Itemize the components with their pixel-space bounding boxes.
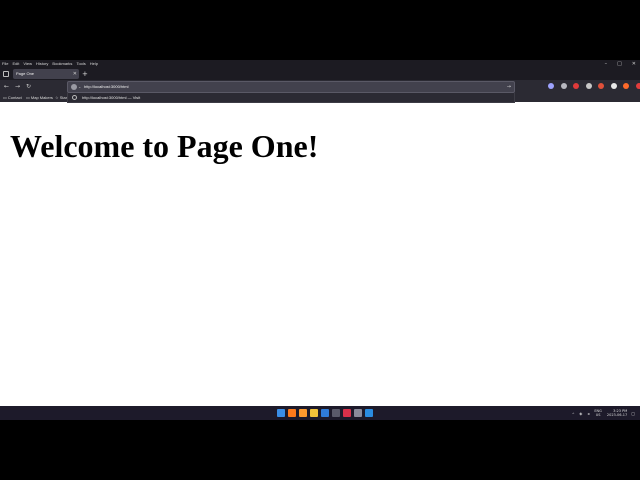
extension-toolbar: [548, 83, 640, 89]
tab-list-icon[interactable]: [3, 71, 9, 77]
navigation-bar: ← → ↻ ⌄ http://localhost:3000/html →: [0, 80, 640, 94]
firefox-icon[interactable]: [288, 409, 296, 417]
extension-7-icon[interactable]: [623, 83, 629, 89]
menu-bar: File Edit View History Bookmarks Tools H…: [0, 60, 640, 68]
lang-region: US: [595, 413, 601, 417]
bookmark-label: Map Makers: [30, 95, 53, 100]
site-info-icon[interactable]: [71, 84, 77, 90]
extension-8-icon[interactable]: [635, 83, 640, 89]
go-button[interactable]: →: [507, 82, 511, 92]
mail-icon[interactable]: [321, 409, 329, 417]
chevron-down-icon[interactable]: ⌄: [78, 82, 81, 92]
reload-button[interactable]: ↻: [26, 80, 31, 94]
extension-1-icon[interactable]: [548, 83, 554, 89]
minimize-button[interactable]: –: [605, 61, 608, 67]
settings-icon[interactable]: [354, 409, 362, 417]
tab-title: Page One: [16, 71, 35, 76]
vscode-icon[interactable]: [365, 409, 373, 417]
new-tab-button[interactable]: +: [82, 68, 88, 80]
clock[interactable]: 3:23 PM 2023-06-17: [607, 409, 627, 417]
url-suggestion-item[interactable]: http://localhost:3000/html — Visit: [82, 93, 140, 103]
menu-tools[interactable]: Tools: [76, 60, 85, 68]
app-red-icon[interactable]: [343, 409, 351, 417]
menu-view[interactable]: View: [23, 60, 32, 68]
bookmark-label: Contact: [7, 95, 22, 100]
maximize-button[interactable]: □: [617, 61, 622, 67]
taskbar-apps: [277, 409, 376, 417]
firefox-alt-icon[interactable]: [299, 409, 307, 417]
windows-start-icon[interactable]: [277, 409, 285, 417]
language-indicator[interactable]: ENG US: [594, 409, 602, 417]
menu-edit[interactable]: Edit: [12, 60, 19, 68]
network-icon[interactable]: ◈: [579, 411, 582, 416]
tab-close-icon[interactable]: ✕: [73, 69, 77, 79]
bookmark-stan[interactable]: ☆ Stan: [55, 94, 68, 102]
system-tray: ^ ◈ ◂ ENG US 3:23 PM 2023-06-17 ▢: [572, 406, 640, 420]
bookmark-map-makers[interactable]: ▭ Map Makers: [26, 94, 53, 102]
extension-5-icon[interactable]: [598, 83, 604, 89]
tab-strip: Page One ✕ +: [0, 68, 640, 80]
globe-icon: [72, 95, 77, 100]
letterbox-top: [0, 0, 640, 60]
page-heading: Welcome to Page One!: [10, 128, 319, 164]
url-suggestion-popup: http://localhost:3000/html — Visit: [67, 93, 515, 103]
close-window-button[interactable]: ✕: [632, 61, 636, 67]
menu-help[interactable]: Help: [90, 60, 98, 68]
extension-6-icon[interactable]: [610, 83, 617, 89]
desktop-screen: File Edit View History Bookmarks Tools H…: [0, 60, 640, 420]
volume-icon[interactable]: ◂: [587, 411, 589, 416]
tab-page-one[interactable]: Page One ✕: [13, 69, 79, 79]
url-input[interactable]: http://localhost:3000/html: [84, 82, 128, 92]
extension-3-icon[interactable]: [573, 83, 579, 89]
url-bar[interactable]: ⌄ http://localhost:3000/html →: [67, 81, 515, 93]
extension-4-icon[interactable]: [585, 83, 592, 89]
extension-2-icon[interactable]: [560, 83, 567, 89]
clock-date: 2023-06-17: [606, 413, 628, 417]
menu-bookmarks[interactable]: Bookmarks: [52, 60, 72, 68]
window-controls: – □ ✕: [595, 60, 636, 68]
menu-file[interactable]: File: [2, 60, 8, 68]
forward-button[interactable]: →: [15, 80, 20, 94]
terminal-icon[interactable]: [332, 409, 340, 417]
page-content: Welcome to Page One!: [0, 102, 640, 406]
taskbar: ^ ◈ ◂ ENG US 3:23 PM 2023-06-17 ▢: [0, 406, 640, 420]
tray-chevron-icon[interactable]: ^: [572, 411, 574, 416]
back-button[interactable]: ←: [4, 80, 9, 94]
bookmark-contact[interactable]: ▭ Contact: [3, 94, 22, 102]
notification-icon[interactable]: ▢: [631, 411, 635, 416]
letterbox-bottom: [0, 420, 640, 480]
file-explorer-icon[interactable]: [310, 409, 318, 417]
menu-history[interactable]: History: [36, 60, 48, 68]
